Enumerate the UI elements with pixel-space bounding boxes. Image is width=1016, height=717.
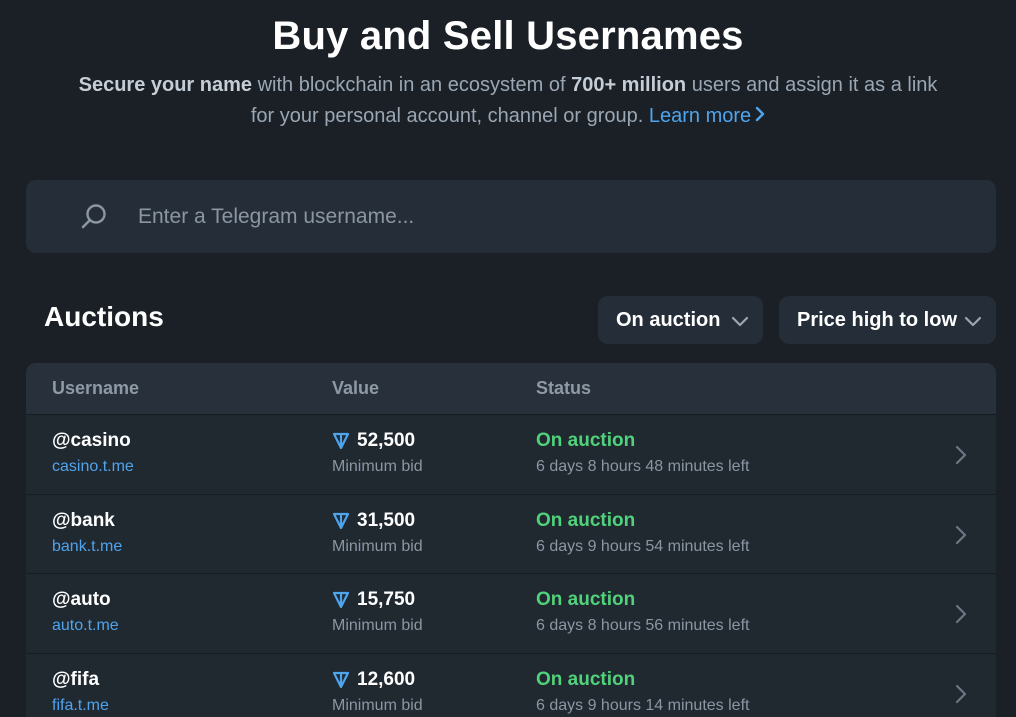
row-value-amount: 52,500 (357, 430, 416, 451)
row-link[interactable]: bank.t.me (52, 538, 122, 556)
row-value-amount: 31,500 (357, 509, 416, 531)
row-time-left: 6 days 8 hours 56 minutes left (536, 617, 750, 634)
chevron-right-icon (954, 524, 968, 546)
row-link[interactable]: fifa.t.me (52, 697, 109, 715)
search-bar (26, 180, 996, 253)
header-value: Value (332, 378, 380, 398)
row-value: 52,500 (332, 430, 415, 452)
table-row[interactable]: @casino casino.t.me 52,500 Minimum bid O… (26, 414, 996, 494)
page: Buy and Sell Usernames Secure your name … (0, 0, 1016, 717)
header-status: Status (536, 378, 592, 398)
row-value: 31,500 (332, 510, 415, 532)
row-status: On auction (536, 430, 636, 451)
row-time-left: 6 days 9 hours 54 minutes left (536, 537, 750, 555)
table-row[interactable]: @auto auto.t.me 15,750 Minimum bid On au… (26, 573, 996, 653)
auctions-table: Username Value Status @casino casino.t.m… (26, 363, 996, 717)
chevron-right-icon (755, 101, 765, 132)
learn-more-label: Learn more (648, 105, 752, 127)
status-filter-dropdown[interactable]: On auction (598, 296, 763, 344)
table-row[interactable]: @bank bank.t.me 31,500 Minimum bid On au… (26, 493, 996, 574)
header-username: Username (52, 378, 140, 398)
row-value-label: Minimum bid (332, 696, 423, 714)
auctions-heading: Auctions (44, 301, 164, 332)
row-link[interactable]: auto.t.me (52, 617, 119, 635)
search-input[interactable] (138, 198, 978, 236)
chevron-right-icon (954, 683, 968, 705)
row-value-label: Minimum bid (332, 537, 423, 555)
sort-value: Price high to low (797, 308, 958, 331)
chevron-right-icon (954, 603, 968, 625)
row-value-amount: 15,750 (357, 589, 416, 610)
status-filter-value: On auction (616, 308, 721, 331)
table-row[interactable]: @fifa fifa.t.me 12,600 Minimum bid On au… (26, 652, 996, 717)
row-username: @auto (52, 589, 111, 610)
subtitle-bold-2: 700+ million (571, 74, 687, 96)
row-link[interactable]: casino.t.me (52, 458, 134, 476)
page-subtitle: Secure your name with blockchain in an e… (70, 70, 946, 132)
row-status: On auction (536, 589, 636, 610)
row-time-left: 6 days 8 hours 48 minutes left (536, 458, 750, 475)
page-title: Buy and Sell Usernames (272, 14, 744, 58)
row-username: @bank (52, 509, 115, 531)
ton-icon (332, 512, 350, 529)
table-header: Username Value Status (26, 363, 996, 414)
ton-icon (332, 671, 350, 688)
row-value-label: Minimum bid (332, 617, 423, 634)
row-status: On auction (536, 509, 636, 531)
row-status: On auction (536, 668, 636, 690)
subtitle-text-1: with blockchain in an ecosystem of (252, 74, 572, 96)
row-username: @casino (52, 430, 131, 451)
subtitle-bold-1: Secure your name (78, 74, 253, 96)
chevron-down-icon (731, 312, 749, 328)
chevron-down-icon (964, 312, 982, 328)
chevron-right-icon (954, 444, 968, 466)
learn-more-link[interactable]: Learn more (649, 105, 765, 127)
row-time-left: 6 days 9 hours 14 minutes left (536, 696, 750, 714)
ton-icon (332, 432, 350, 450)
row-value-amount: 12,600 (357, 668, 416, 690)
search-icon (80, 203, 108, 231)
row-username: @fifa (52, 668, 100, 690)
row-value: 15,750 (332, 589, 415, 611)
sort-dropdown[interactable]: Price high to low (779, 296, 996, 344)
row-value: 12,600 (332, 669, 415, 691)
row-value-label: Minimum bid (332, 458, 423, 475)
ton-icon (332, 591, 350, 609)
